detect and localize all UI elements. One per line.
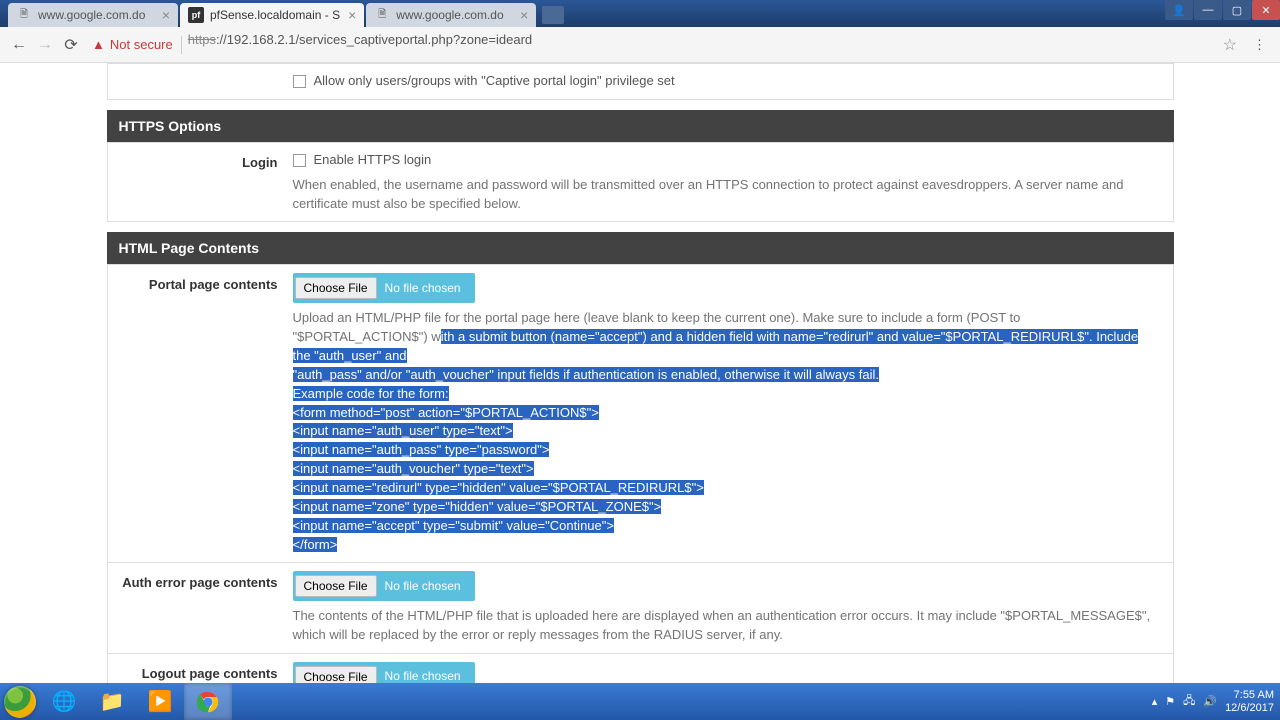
help-text: When enabled, the username and password … [293, 176, 1158, 214]
help-text: The contents of the HTML/PHP file that i… [293, 607, 1158, 645]
window-close-button[interactable]: ✕ [1252, 0, 1280, 20]
taskbar-explorer-icon[interactable]: 📁 [88, 683, 136, 720]
browser-tab[interactable]: pf pfSense.localdomain - S × [180, 3, 364, 27]
privilege-checkbox-row[interactable]: Allow only users/groups with "Captive po… [293, 72, 1158, 91]
browser-tab[interactable]: 🗎 www.google.com.do × [8, 3, 178, 27]
bookmark-icon[interactable]: ☆ [1215, 35, 1245, 55]
user-icon[interactable]: 👤 [1165, 0, 1193, 20]
file-input[interactable]: Choose File No file chosen [293, 273, 475, 303]
page-icon: 🗎 [16, 7, 32, 23]
portal-page-row: Portal page contents Choose File No file… [107, 264, 1174, 563]
windows-icon [4, 686, 36, 718]
minimize-button[interactable]: — [1194, 0, 1222, 20]
reload-button[interactable]: ⟳ [58, 32, 84, 58]
file-input[interactable]: Choose File No file chosen [293, 571, 475, 601]
taskbar: 🌐 📁 ▶️ ▴ ⚑ 🖧 🔊 7:55 AM 12/6/2017 [0, 683, 1280, 720]
tab-title: pfSense.localdomain - S [210, 8, 340, 22]
start-button[interactable] [0, 683, 40, 720]
close-icon[interactable]: × [512, 7, 528, 23]
choose-file-button[interactable]: Choose File [295, 277, 377, 299]
https-login-row: Login Enable HTTPS login When enabled, t… [107, 142, 1174, 223]
auth-error-row: Auth error page contents Choose File No … [107, 563, 1174, 654]
page-icon: 🗎 [374, 7, 390, 23]
menu-icon[interactable]: ⋮ [1245, 37, 1274, 53]
tab-title: www.google.com.do [38, 8, 145, 22]
taskbar-chrome-icon[interactable] [184, 683, 232, 720]
https-options-header: HTTPS Options [107, 110, 1174, 142]
html-page-contents-header: HTML Page Contents [107, 232, 1174, 264]
network-icon[interactable]: 🖧 [1183, 692, 1195, 711]
forward-button[interactable]: → [32, 32, 58, 58]
login-label: Login [108, 151, 293, 214]
back-button[interactable]: ← [6, 32, 32, 58]
system-tray[interactable]: ▴ ⚑ 🖧 🔊 7:55 AM 12/6/2017 [1152, 689, 1280, 713]
address-bar: ← → ⟳ ▲ Not secure https://192.168.2.1/s… [0, 27, 1280, 63]
browser-tab[interactable]: 🗎 www.google.com.do × [366, 3, 536, 27]
browser-titlebar: 🗎 www.google.com.do × pf pfSense.localdo… [0, 0, 1280, 27]
help-text: Upload an HTML/PHP file for the portal p… [293, 309, 1158, 554]
logout-page-label: Logout page contents [108, 662, 293, 683]
close-icon[interactable]: × [340, 7, 356, 23]
file-input[interactable]: Choose File No file chosen [293, 662, 475, 683]
logout-page-row: Logout page contents Choose File No file… [107, 654, 1174, 683]
file-status: No file chosen [377, 578, 475, 595]
close-icon[interactable]: × [154, 7, 170, 23]
url-input[interactable]: https://192.168.2.1/services_captiveport… [182, 32, 1215, 58]
flag-icon[interactable]: ⚑ [1165, 695, 1175, 708]
tray-up-icon[interactable]: ▴ [1152, 695, 1158, 708]
choose-file-button[interactable]: Choose File [295, 666, 377, 683]
file-status: No file chosen [377, 668, 475, 683]
taskbar-media-icon[interactable]: ▶️ [136, 683, 184, 720]
pfsense-icon: pf [188, 7, 204, 23]
checkbox-icon[interactable] [293, 154, 306, 167]
new-tab-button[interactable] [542, 6, 564, 24]
file-status: No file chosen [377, 280, 475, 297]
page-viewport[interactable]: Allow only users/groups with "Captive po… [0, 63, 1280, 683]
security-indicator[interactable]: ▲ Not secure [84, 37, 181, 52]
enable-https-checkbox-row[interactable]: Enable HTTPS login [293, 151, 1158, 170]
clock[interactable]: 7:55 AM 12/6/2017 [1225, 689, 1274, 713]
warning-icon: ▲ [92, 37, 105, 52]
portal-page-label: Portal page contents [108, 273, 293, 554]
volume-icon[interactable]: 🔊 [1203, 695, 1217, 708]
privilege-row: Allow only users/groups with "Captive po… [107, 63, 1174, 100]
maximize-button[interactable]: ▢ [1223, 0, 1251, 20]
checkbox-icon[interactable] [293, 75, 306, 88]
choose-file-button[interactable]: Choose File [295, 575, 377, 597]
tab-title: www.google.com.do [396, 8, 503, 22]
auth-error-label: Auth error page contents [108, 571, 293, 645]
taskbar-ie-icon[interactable]: 🌐 [40, 683, 88, 720]
